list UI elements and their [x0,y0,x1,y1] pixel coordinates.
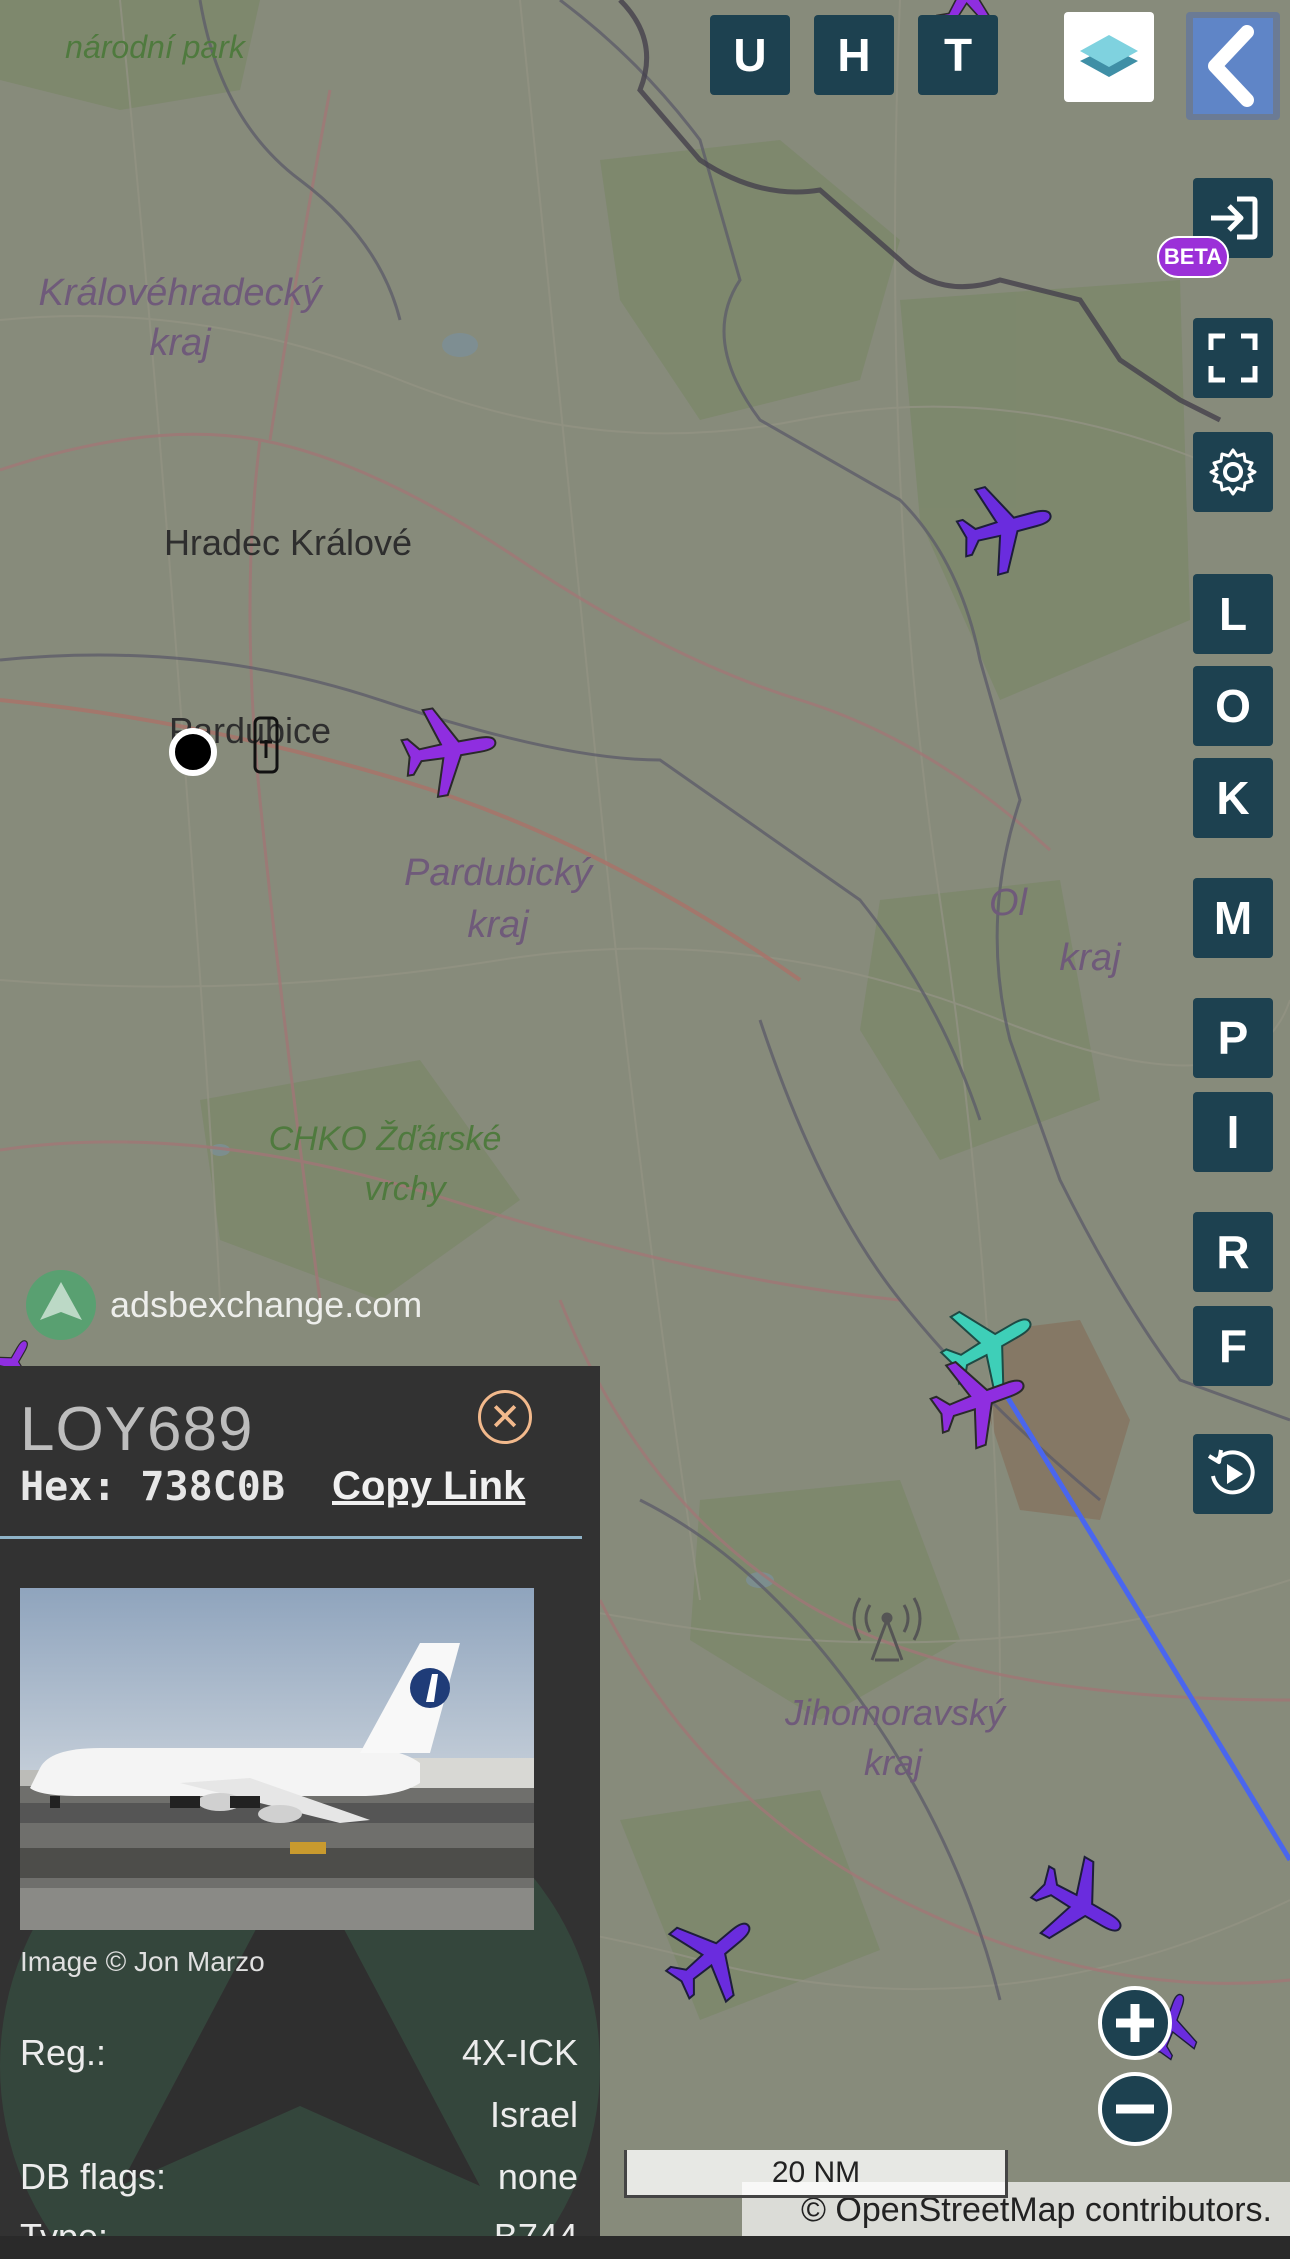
label-olomoucky-kraj: kraj [1059,937,1122,979]
gear-icon [1209,448,1257,496]
aircraft-photo[interactable] [20,1588,534,1930]
button-r[interactable]: R [1193,1212,1273,1292]
image-credit: Image © Jon Marzo [20,1946,265,1977]
label-pardubicky: Pardubický [404,852,594,894]
label-olomoucky: Ol [989,882,1029,924]
zoom-in-button[interactable] [1098,1986,1172,2060]
label-jihomoravsky: Jihomoravský [784,1692,1007,1733]
adsbexchange-watermark: adsbexchange.com [24,1268,422,1342]
fullscreen-icon [1208,333,1258,383]
settings-button[interactable] [1193,432,1273,512]
aircraft-info-panel: LOY689 ✕ Hex: 738C0B Copy Link Image © J… [0,1366,600,2259]
callsign: LOY689 [20,1395,254,1464]
button-p[interactable]: P [1193,998,1273,1078]
bottom-bar [0,2236,1290,2259]
minus-icon [1116,2104,1154,2114]
replay-icon [1207,1449,1255,1495]
button-i[interactable]: I [1193,1092,1273,1172]
button-f[interactable]: F [1193,1306,1273,1386]
label-kralovehradecky-kraj: kraj [149,322,212,364]
adsbexchange-logo-icon [26,1270,96,1340]
hex-value: 738C0B [140,1464,285,1510]
hex-row: Hex: 738C0B [20,1464,285,1510]
replay-button[interactable] [1193,1434,1273,1514]
button-u[interactable]: U [710,15,790,95]
watermark-text: adsbexchange.com [110,1284,423,1325]
home-marker [169,728,217,776]
fullscreen-button[interactable] [1193,318,1273,398]
layers-icon [1080,35,1138,77]
label-park: národní park [65,29,247,65]
button-l[interactable]: L [1193,574,1273,654]
button-h[interactable]: H [814,15,894,95]
login-icon [1211,196,1258,240]
label-chko: CHKO Žďárské [269,1120,502,1158]
beta-badge: BETA [1157,236,1229,278]
label-chko-vrchy: vrchy [364,1170,447,1208]
label-jihomoravsky-kraj: kraj [864,1742,923,1783]
back-button[interactable] [1186,12,1280,120]
close-panel-button[interactable]: ✕ [478,1390,532,1444]
panel-divider [0,1536,582,1539]
button-k[interactable]: K [1193,758,1273,838]
scale-bar: 20 NM [624,2150,1008,2198]
country-value: Israel [489,2094,578,2135]
reg-label: Reg.: [20,2032,107,2073]
button-t[interactable]: T [918,15,998,95]
scale-label: 20 NM [771,2155,861,2189]
copy-link[interactable]: Copy Link [332,1464,525,1509]
zoom-out-button[interactable] [1098,2072,1172,2146]
label-pardubicky-kraj: kraj [467,904,530,946]
label-hradec: Hradec Králové [164,522,412,563]
hex-label: Hex: [20,1464,117,1510]
close-icon: ✕ [489,1396,521,1439]
db-flags-value: none [497,2156,578,2197]
chevron-left-icon [1193,18,1273,114]
button-m[interactable]: M [1193,878,1273,958]
button-o[interactable]: O [1193,666,1273,746]
layers-button[interactable] [1064,12,1154,102]
label-kralovehradecky: Královéhradecký [38,272,323,314]
reg-value[interactable]: 4X-ICK [462,2032,578,2074]
plus-icon [1116,2004,1154,2042]
db-flags-label: DB flags: [20,2156,167,2197]
